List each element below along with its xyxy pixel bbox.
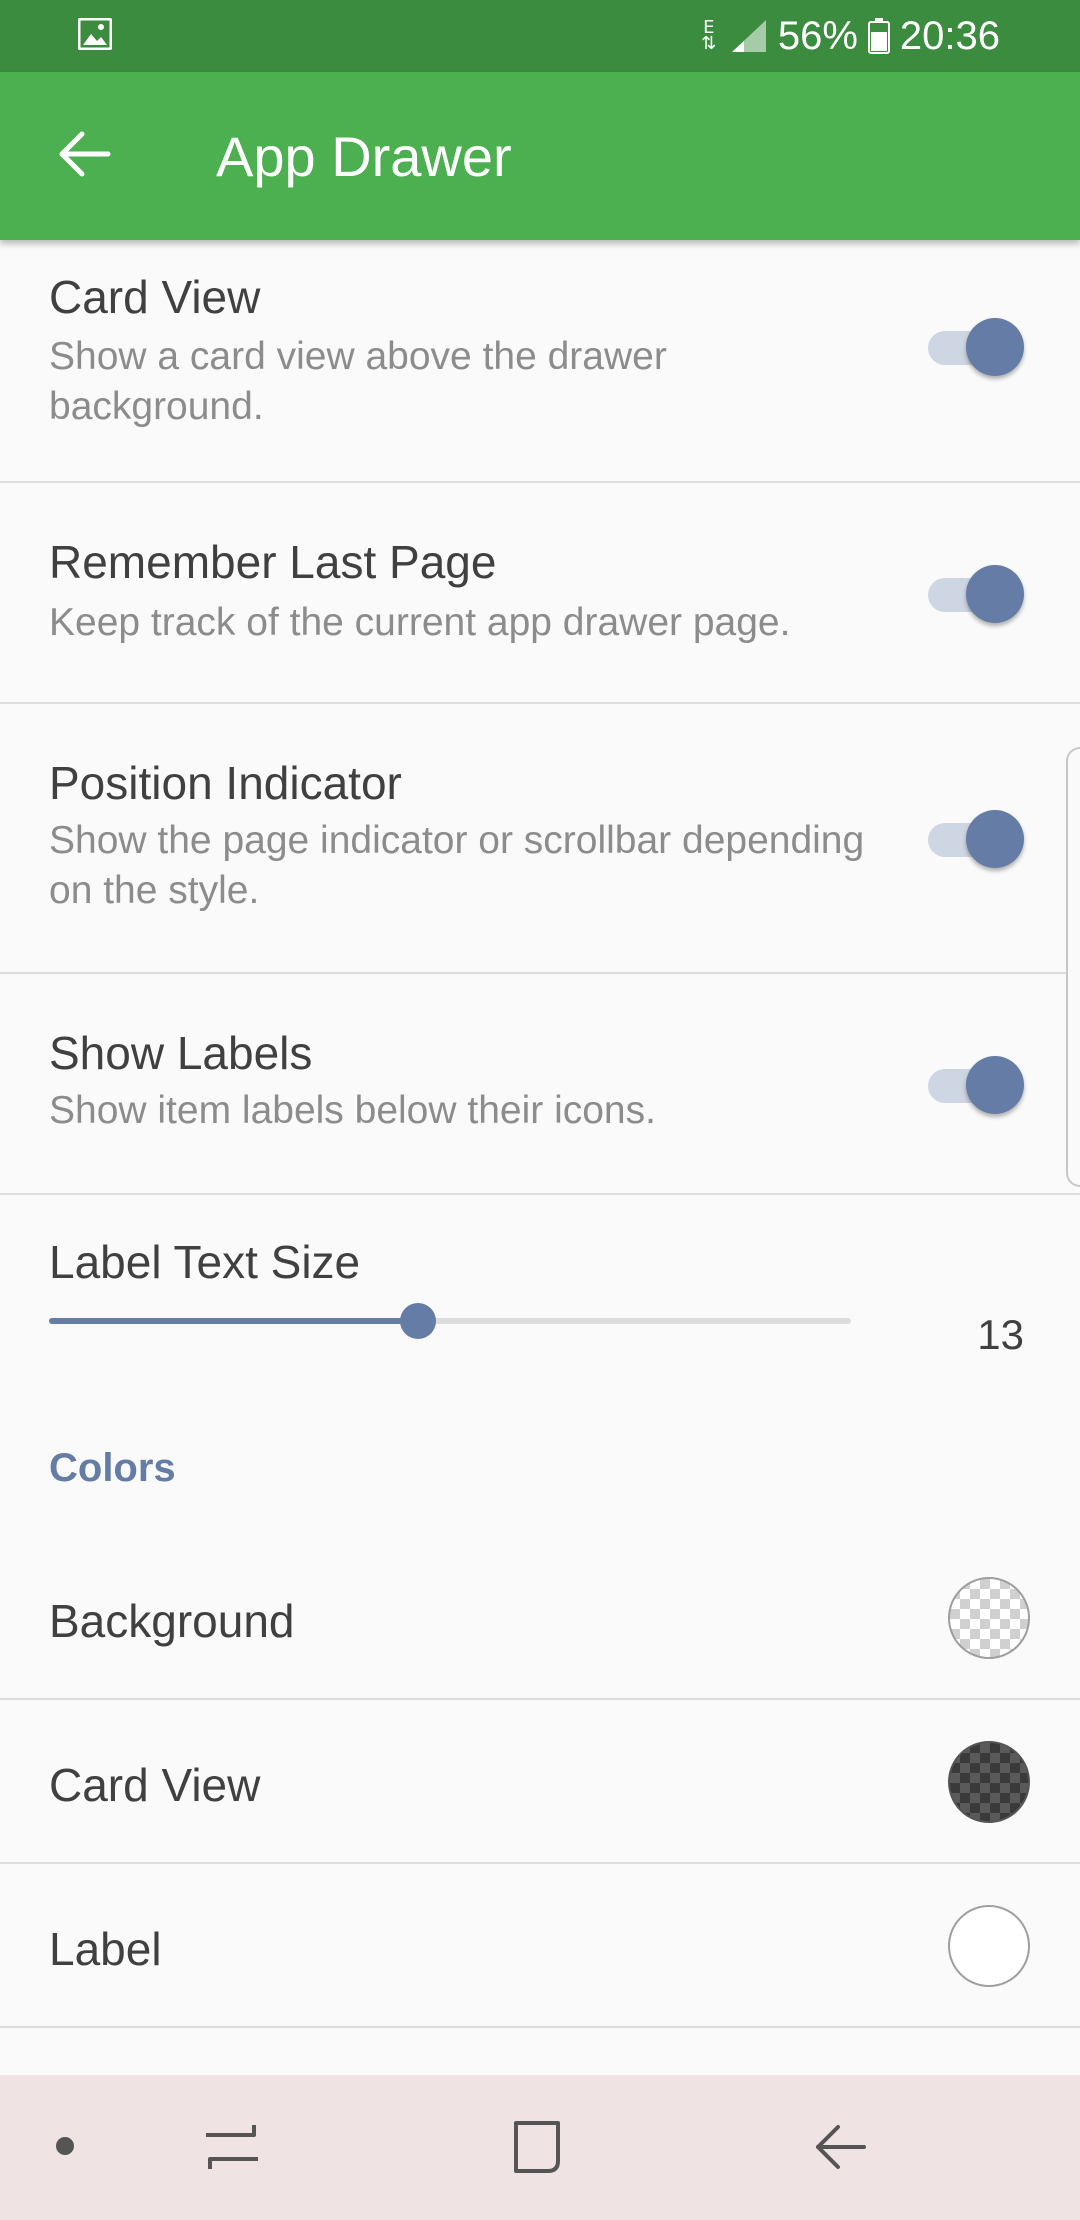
pref-color-background[interactable]: Background <box>0 1536 1080 1700</box>
pref-summary: Show item labels below their icons. <box>49 1089 656 1132</box>
signal-icon <box>731 20 766 52</box>
pref-show-labels[interactable]: Show Labels Show item labels below their… <box>0 974 1080 1195</box>
switch-thumb <box>966 810 1024 868</box>
pref-title: Card View <box>49 271 261 323</box>
battery-percent: 56% <box>777 13 858 58</box>
pref-remember-last-page[interactable]: Remember Last Page Keep track of the cur… <box>0 483 1080 704</box>
remember-last-page-switch[interactable] <box>928 563 1024 623</box>
pref-title: Remember Last Page <box>49 536 497 588</box>
show-labels-switch[interactable] <box>928 1054 1024 1114</box>
color-swatch-transparent[interactable] <box>948 1577 1030 1659</box>
card-view-switch[interactable] <box>928 316 1024 376</box>
recents-icon[interactable] <box>204 2121 260 2173</box>
pref-title: Card View <box>49 1759 261 1811</box>
mobile-data-indicator: E ⇅ <box>701 17 717 54</box>
pref-color-label[interactable]: Label <box>0 1864 1080 2028</box>
navigation-bar <box>0 2075 1080 2220</box>
status-bar: E ⇅ 56% 20:36 <box>0 0 1080 72</box>
pref-position-indicator[interactable]: Position Indicator Show the page indicat… <box>0 704 1080 974</box>
pref-title: Background <box>49 1595 295 1647</box>
section-header-colors: Colors <box>49 1446 176 1490</box>
app-bar: App Drawer <box>0 72 1080 240</box>
pref-summary: Show a card view above the drawer backgr… <box>49 335 667 428</box>
switch-thumb <box>966 318 1024 376</box>
pref-title: Show Labels <box>49 1027 313 1079</box>
dot-icon[interactable] <box>54 2135 76 2157</box>
battery-icon <box>867 18 890 54</box>
color-swatch-dark-transparent[interactable] <box>948 1741 1030 1823</box>
home-icon[interactable] <box>510 2119 564 2175</box>
switch-thumb <box>966 565 1024 623</box>
slider-value: 13 <box>977 1311 1024 1358</box>
pref-title: Label <box>49 1923 162 1975</box>
back-icon[interactable] <box>812 2121 866 2173</box>
slider-thumb[interactable] <box>399 1303 436 1339</box>
gallery-icon <box>78 18 112 50</box>
pref-card-view[interactable]: Card View Show a card view above the dra… <box>0 240 1080 483</box>
pref-summary: Show the page indicator or scrollbar dep… <box>49 819 865 912</box>
label-size-slider[interactable] <box>49 1303 851 1339</box>
page-title: App Drawer <box>216 125 512 188</box>
edge-panel-handle[interactable] <box>1066 747 1080 1187</box>
color-swatch-white[interactable] <box>948 1905 1030 1987</box>
pref-summary: Keep track of the current app drawer pag… <box>49 601 791 644</box>
screen: E ⇅ 56% 20:36 App Drawer Card View Show … <box>0 0 1080 2220</box>
pref-color-card-view[interactable]: Card View <box>0 1700 1080 1864</box>
clock: 20:36 <box>899 13 1000 58</box>
pref-title: Position Indicator <box>49 757 402 809</box>
slider-fill <box>49 1318 418 1324</box>
pref-label-text-size[interactable]: Label Text Size 13 <box>0 1195 1080 1405</box>
pref-title: Label Text Size <box>49 1236 361 1288</box>
arrow-back-icon[interactable] <box>54 122 118 186</box>
switch-thumb <box>966 1056 1024 1114</box>
position-indicator-switch[interactable] <box>928 808 1024 868</box>
